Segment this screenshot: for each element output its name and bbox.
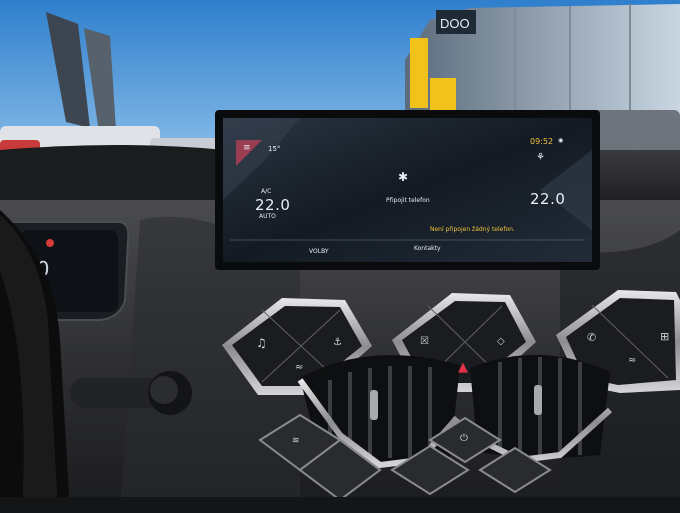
left-fan-mode: AUTO — [259, 213, 276, 220]
left-climate-mode: A/C — [261, 188, 272, 195]
photo-canvas: DOO 00 — [0, 0, 680, 513]
defrost-icon[interactable]: ≋ — [292, 436, 300, 446]
location-pin-icon[interactable]: ◉ — [558, 137, 563, 144]
dealer-sign-text: DOO — [440, 16, 470, 31]
fan-seat-icon[interactable]: ⚘ — [536, 152, 545, 163]
options-button[interactable]: VOLBY — [309, 248, 329, 255]
contacts-button[interactable]: Kontakty — [414, 245, 441, 252]
connect-phone-label[interactable]: Připojit telefon — [386, 197, 430, 204]
mute-icon[interactable]: ☒ — [420, 336, 429, 347]
hazard-icon[interactable]: ▲ — [458, 360, 468, 375]
menu-icon[interactable]: ≡ — [243, 143, 251, 153]
seat-heat-right-icon[interactable]: ≈ — [628, 355, 636, 366]
left-temp[interactable]: 22.0 — [255, 196, 290, 214]
status-message: Není připojen žádný telefon. — [430, 226, 515, 233]
phone-icon[interactable]: ✆ — [587, 331, 596, 344]
right-temp[interactable]: 22.0 — [530, 190, 565, 208]
outside-temp: 15° — [268, 145, 281, 153]
seat-heat-icon[interactable]: ≈ — [295, 362, 303, 373]
clock: 09:52 — [530, 137, 554, 146]
power-icon[interactable]: ⏻ — [460, 433, 468, 444]
music-icon[interactable]: ♫ — [256, 336, 267, 350]
car-recirculation-icon[interactable]: ⚓ — [333, 337, 342, 348]
bluetooth-icon[interactable]: ✱ — [398, 170, 408, 184]
grid-apps-icon[interactable]: ⊞ — [660, 330, 669, 343]
car-icon[interactable]: ◇ — [497, 336, 505, 347]
car-interior-photo: DOO 00 — [0, 0, 680, 513]
